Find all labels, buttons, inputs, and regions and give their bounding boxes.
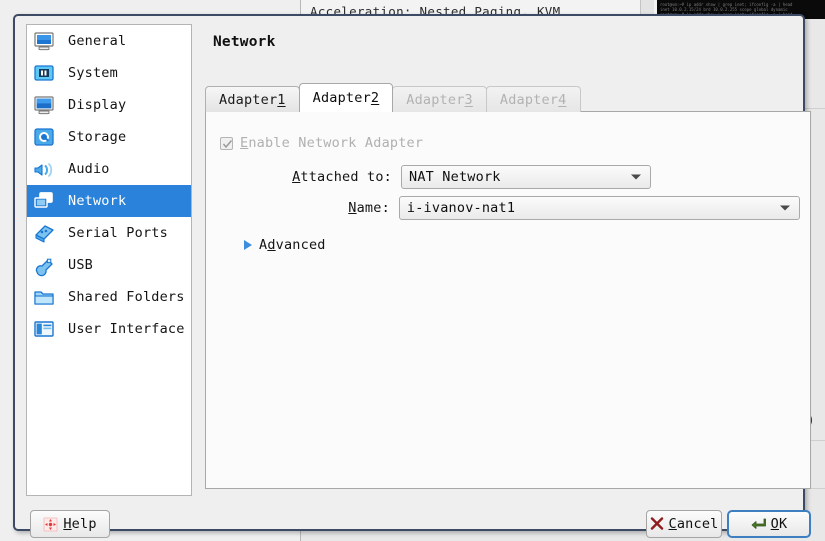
advanced-toggle[interactable]: Advanced	[244, 237, 326, 253]
page-title: Network	[213, 34, 276, 50]
tab-mnemonic: 4	[558, 91, 567, 108]
attached-to-row: Attached to: NAT Network	[220, 165, 800, 189]
monitor-display-icon	[31, 92, 57, 118]
adapter-tabs: Adapter 1 Adapter 2 Adapter 3 Adapter 4	[205, 83, 581, 112]
chevron-down-icon	[780, 205, 790, 211]
network-cards-icon	[31, 188, 57, 214]
sidebar-item-serial-ports[interactable]: Serial Ports	[27, 217, 191, 249]
sidebar-item-label: User Interface	[68, 321, 185, 337]
tab-label: Adapter	[406, 91, 465, 108]
sidebar-item-general[interactable]: General	[27, 25, 191, 57]
checkmark-icon	[222, 139, 233, 148]
settings-content: Network Adapter 1 Adapter 2 Adapter 3 Ad…	[201, 24, 811, 496]
name-combobox[interactable]: i-ivanov-nat1	[398, 196, 800, 220]
ok-button[interactable]: OK	[727, 510, 811, 538]
mnemonic: d	[267, 237, 276, 253]
help-arrows-icon	[43, 517, 58, 532]
tab-mnemonic: 3	[464, 91, 473, 108]
enter-arrow-icon	[751, 517, 766, 531]
advanced-label: Advanced	[259, 237, 326, 253]
name-label: Name:	[220, 200, 390, 216]
tab-adapter-1[interactable]: Adapter 1	[205, 86, 300, 112]
mnemonic: C	[668, 516, 677, 532]
tab-mnemonic: 1	[277, 91, 286, 108]
tab-adapter-4: Adapter 4	[485, 86, 581, 112]
sidebar-item-display[interactable]: Display	[27, 89, 191, 121]
enable-network-adapter-row[interactable]: Enable Network Adapter	[220, 135, 423, 151]
settings-category-list[interactable]: General System Display Storage Audio Net…	[26, 24, 192, 496]
label-text: K	[779, 516, 788, 532]
screen: Acceleration: Nested Paging, KVM root@vm…	[0, 0, 825, 541]
tab-adapter-2[interactable]: Adapter 2	[298, 83, 394, 112]
sidebar-item-label: Audio	[68, 161, 110, 177]
enable-network-adapter-checkbox[interactable]	[220, 136, 233, 150]
sidebar-item-audio[interactable]: Audio	[27, 153, 191, 185]
sidebar-item-user-interface[interactable]: User Interface	[27, 313, 191, 345]
cancel-button-label: Cancel	[669, 516, 719, 532]
name-row: Name: i-ivanov-nat1	[220, 196, 800, 220]
monitor-general-icon	[31, 28, 57, 54]
label-text: ancel	[676, 516, 719, 532]
tab-mnemonic: 2	[370, 90, 380, 106]
sidebar-item-label: Display	[68, 97, 127, 113]
tab-label: Adapter	[499, 91, 559, 108]
chevron-down-icon	[631, 174, 641, 180]
help-button-label: Help	[63, 516, 96, 532]
window-layout-icon	[31, 316, 57, 342]
mnemonic: O	[770, 516, 779, 532]
sidebar-item-label: Storage	[68, 129, 127, 145]
attached-to-combobox[interactable]: NAT Network	[401, 165, 651, 189]
tab-label: Adapter	[312, 90, 371, 106]
label-text: ttached to:	[300, 169, 392, 185]
label-text: elp	[71, 516, 97, 532]
usb-plug-icon	[31, 252, 57, 278]
tab-label: Adapter	[219, 91, 278, 108]
sidebar-item-storage[interactable]: Storage	[27, 121, 191, 153]
enable-network-adapter-label: Enable Network Adapter	[240, 135, 423, 151]
sidebar-item-label: Network	[68, 193, 127, 209]
attached-to-label: Attached to:	[220, 169, 392, 185]
name-value: i-ivanov-nat1	[406, 200, 516, 216]
folder-shared-icon	[31, 284, 57, 310]
attached-to-value: NAT Network	[409, 169, 501, 185]
tab-adapter-3: Adapter 3	[392, 86, 487, 112]
sidebar-item-label: System	[68, 65, 118, 81]
ok-button-label: OK	[771, 516, 788, 532]
label-text: nable Network Adapter	[248, 135, 424, 151]
settings-dialog: General System Display Storage Audio Net…	[13, 14, 811, 538]
label-text: vanced	[275, 237, 326, 253]
mnemonic: N	[348, 200, 357, 216]
sidebar-item-system[interactable]: System	[27, 57, 191, 89]
serial-port-icon	[31, 220, 57, 246]
cross-icon	[650, 517, 664, 531]
sidebar-item-label: General	[68, 33, 127, 49]
help-button[interactable]: Help	[30, 510, 110, 538]
label-text: ame:	[356, 200, 390, 216]
speaker-audio-icon	[31, 156, 57, 182]
sidebar-item-shared-folders[interactable]: Shared Folders	[27, 281, 191, 313]
mnemonic: H	[63, 516, 72, 532]
adapter-2-panel: Enable Network Adapter Attached to: NAT …	[205, 111, 811, 489]
cancel-button[interactable]: Cancel	[646, 510, 722, 538]
sidebar-item-usb[interactable]: USB	[27, 249, 191, 281]
sidebar-item-label: USB	[68, 257, 93, 273]
harddisk-storage-icon	[31, 124, 57, 150]
sidebar-item-label: Shared Folders	[68, 289, 185, 305]
triangle-right-icon	[244, 240, 252, 250]
sidebar-item-network[interactable]: Network	[27, 185, 191, 217]
sidebar-item-label: Serial Ports	[68, 225, 168, 241]
motherboard-system-icon	[31, 60, 57, 86]
